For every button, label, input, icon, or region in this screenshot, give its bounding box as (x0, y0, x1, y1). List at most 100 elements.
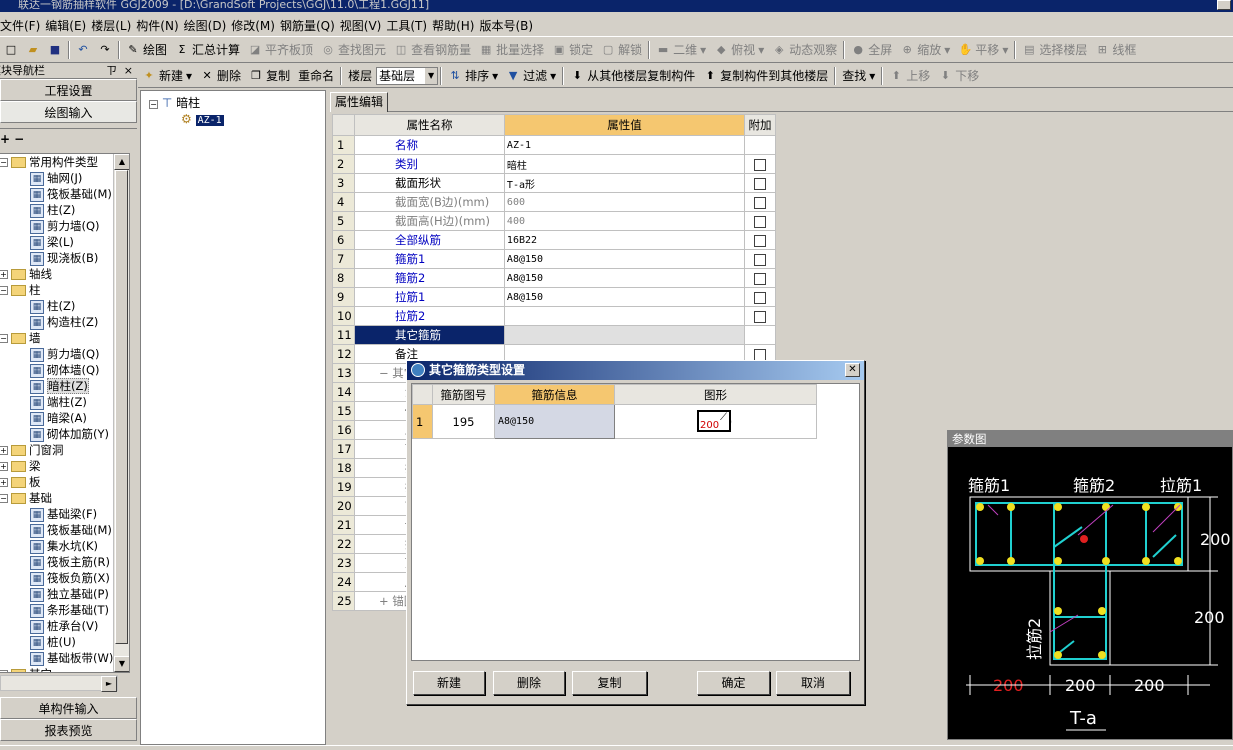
tree-item[interactable]: ▦ 基础板带(W) (0, 650, 129, 666)
extra-checkbox[interactable] (753, 348, 766, 361)
property-value-cell[interactable]: A8@150 (503, 287, 745, 307)
extra-checkbox[interactable] (753, 291, 766, 304)
property-value-cell[interactable]: T-a形 (503, 173, 745, 193)
menu-modify[interactable]: 修改(M) (231, 17, 280, 34)
tree-item[interactable]: ▦ 桩(U) (0, 634, 129, 650)
property-value-cell[interactable]: 600 (503, 192, 745, 212)
tree-scrollbar[interactable]: ▲ ▼ (113, 154, 129, 672)
menu-view[interactable]: 视图(V) (340, 17, 387, 34)
tree-item[interactable]: ▦ 构造柱(Z) (0, 314, 129, 330)
extra-checkbox[interactable] (753, 196, 766, 209)
tree-item[interactable]: ▦ 砌体墙(Q) (0, 362, 129, 378)
tab-property-edit[interactable]: 属性编辑 (330, 92, 389, 112)
extra-checkbox[interactable] (753, 310, 766, 323)
dialog-ok-button[interactable]: 确定 (697, 671, 770, 695)
tree-item[interactable]: ▦ 现浇板(B) (0, 250, 129, 266)
batch-select-button[interactable]: ▦ 批量选择 (475, 39, 548, 61)
tree-item[interactable]: ▦ 柱(Z) (0, 202, 129, 218)
menu-version[interactable]: 版本号(B) (479, 17, 538, 34)
menu-draw[interactable]: 绘图(D) (184, 17, 232, 34)
tree-item[interactable]: ▦ 柱(Z) (0, 298, 129, 314)
collapse-icon[interactable]: − (0, 286, 8, 295)
copy-to-floor-button[interactable]: ⬆ 复制构件到其他楼层 (699, 65, 832, 87)
view-rebar-button[interactable]: ◫ 查看钢筋量 (390, 39, 475, 61)
new-file-button[interactable]: □ (0, 39, 22, 61)
tree-item[interactable]: ▦ 梁(L) (0, 234, 129, 250)
draw-button[interactable]: ✎ 绘图 (122, 39, 171, 61)
tree-folder[interactable]: − 常用构件类型 (0, 154, 129, 170)
undo-button[interactable]: ↶ (72, 39, 94, 61)
copy-component-button[interactable]: ❐ 复制 (245, 65, 294, 87)
property-value-cell[interactable]: AZ-1 (503, 135, 745, 155)
menu-rebar[interactable]: 钢筋量(Q) (280, 17, 340, 34)
sort-dropdown[interactable]: ⇅ 排序 ▾ (444, 65, 502, 87)
property-name-cell[interactable]: 类别 (353, 154, 505, 174)
tree-item[interactable]: ▦ 剪力墙(Q) (0, 218, 129, 234)
tree-item[interactable]: ▦ 筏板主筋(R) (0, 554, 129, 570)
scroll-thumb[interactable] (115, 170, 128, 644)
window-control[interactable] (1217, 0, 1231, 10)
tree-item[interactable]: ▦ 暗梁(A) (0, 410, 129, 426)
table-row[interactable]: 1 195 A8@150 400 200 ⟋ (412, 404, 817, 439)
pin-icon[interactable]: ㄗ (106, 63, 117, 79)
stirrup-info-cell[interactable]: A8@150 (494, 404, 615, 439)
dialog-delete-button[interactable]: 删除 (493, 671, 565, 695)
stirrup-shape-cell[interactable]: 400 200 ⟋ (614, 404, 817, 439)
expand-all-icon[interactable]: + (0, 132, 10, 146)
expand-icon[interactable]: + (0, 462, 8, 471)
open-button[interactable]: ▰ (22, 39, 44, 61)
dialog-cancel-button[interactable]: 取消 (776, 671, 850, 695)
property-name-cell[interactable]: 截面形状 (353, 173, 505, 193)
table-row[interactable]: 5 截面高(H边)(mm) 400 (332, 211, 777, 231)
property-value-cell[interactable]: A8@150 (503, 268, 745, 288)
property-name-cell[interactable]: 名称 (353, 135, 505, 155)
property-value-cell[interactable]: 暗柱 (503, 154, 745, 174)
property-name-cell[interactable]: 拉筋1 (353, 287, 505, 307)
new-component-button[interactable]: ✦ 新建 ▾ (138, 65, 196, 87)
pan-dropdown[interactable]: ✋ 平移 ▾ (954, 39, 1012, 61)
property-name-cell[interactable]: 箍筋2 (353, 268, 505, 288)
component-root[interactable]: − ⊤ 暗柱 (141, 95, 325, 111)
unlock-button[interactable]: ▢ 解锁 (597, 39, 646, 61)
collapse-icon[interactable]: − (0, 334, 8, 343)
filter-dropdown[interactable]: ▼ 过滤 ▾ (502, 65, 560, 87)
draw-input-button[interactable]: 绘图输入 (0, 101, 137, 123)
tree-item[interactable]: ▦ 独立基础(P) (0, 586, 129, 602)
report-preview-button[interactable]: 报表预览 (0, 719, 137, 741)
expand-icon[interactable]: + (0, 478, 8, 487)
extra-checkbox[interactable] (753, 253, 766, 266)
tree-item[interactable]: ▦ 筏板基础(M) (0, 186, 129, 202)
tree-folder[interactable]: + 门窗洞 (0, 442, 129, 458)
table-row[interactable]: 10 拉筋2 (332, 306, 777, 326)
expand-icon[interactable]: + (0, 270, 8, 279)
extra-checkbox[interactable] (753, 215, 766, 228)
tree-item[interactable]: ▦ 端柱(Z) (0, 394, 129, 410)
scroll-down-icon[interactable]: ▼ (114, 656, 129, 672)
expand-icon[interactable]: + (0, 670, 8, 672)
delete-component-button[interactable]: ✕ 删除 (196, 65, 245, 87)
find-element-button[interactable]: ◎ 查找图元 (317, 39, 390, 61)
table-row[interactable]: 8 箍筋2 A8@150 (332, 268, 777, 288)
stirrup-code-cell[interactable]: 195 (432, 404, 495, 439)
floor-select[interactable]: 基础层 ▼ (376, 66, 439, 85)
lock-button[interactable]: ▣ 锁定 (548, 39, 597, 61)
menu-help[interactable]: 帮助(H) (432, 17, 479, 34)
project-settings-button[interactable]: 工程设置 (0, 79, 137, 101)
sum-button[interactable]: Σ 汇总计算 (171, 39, 244, 61)
tree-item[interactable]: ▦ 剪力墙(Q) (0, 346, 129, 362)
table-row[interactable]: 1 名称 AZ-1 (332, 135, 777, 155)
extra-checkbox[interactable] (753, 234, 766, 247)
tree-item[interactable]: ▦ 筏板基础(M) (0, 522, 129, 538)
tree-folder[interactable]: + 其它 (0, 666, 129, 672)
property-value-cell[interactable]: A8@150 (503, 249, 745, 269)
property-value-cell[interactable] (503, 325, 745, 345)
menu-tools[interactable]: 工具(T) (386, 17, 432, 34)
fullscreen-button[interactable]: ● 全屏 (847, 39, 896, 61)
table-row[interactable]: 4 截面宽(B边)(mm) 600 (332, 192, 777, 212)
find-dropdown[interactable]: 查找 ▾ (838, 65, 879, 87)
property-name-cell[interactable]: 截面高(H边)(mm) (353, 211, 505, 231)
copy-from-floor-button[interactable]: ⬇ 从其他楼层复制构件 (566, 65, 699, 87)
move-up-button[interactable]: ⬆ 上移 (885, 65, 934, 87)
select-floor-button[interactable]: ▤ 选择楼层 (1018, 39, 1091, 61)
tree-item[interactable]: ▦ 轴网(J) (0, 170, 129, 186)
